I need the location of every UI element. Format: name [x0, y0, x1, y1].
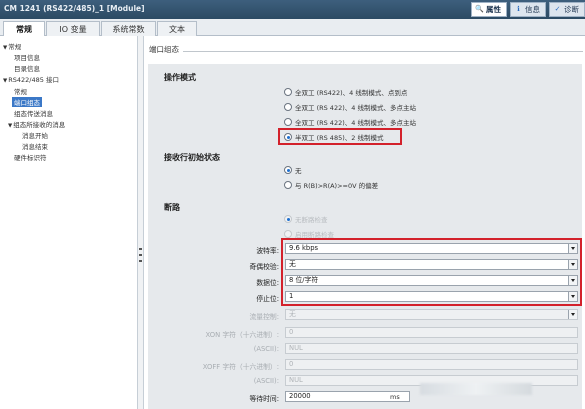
blurred-region [420, 383, 532, 395]
data-bits-label: 数据位: [256, 279, 279, 287]
tab-general[interactable]: 常规 [3, 21, 45, 37]
tree-item-hw-identifier[interactable]: 硬件标识符 [14, 152, 47, 162]
tree-item-message-end[interactable]: 消息结束 [22, 141, 48, 151]
diagnostics-icon: ✓ [554, 5, 561, 13]
collapse-arrow-icon[interactable]: ▼ [3, 78, 7, 84]
operation-mode-title: 操作模式 [164, 73, 196, 82]
tree-item-rs422-485[interactable]: ▼RS422/485 接口 [3, 74, 59, 84]
tab-texts[interactable]: 文本 [157, 21, 197, 36]
radio-selected-icon[interactable] [284, 166, 292, 174]
tab-io-tags[interactable]: IO 变量 [46, 21, 100, 36]
receive-line-title: 接收行初始状态 [164, 153, 220, 162]
tree-item-message-start[interactable]: 消息开始 [22, 130, 48, 140]
receive-option-none[interactable]: 无 [284, 165, 302, 175]
panel-splitter[interactable] [138, 36, 144, 409]
op-mode-option-1[interactable]: 全双工 (RS422)、4 线制模式、点到点 [284, 87, 407, 97]
xoff-char-label: XOFF 字符（十六进制）: [202, 363, 279, 371]
window-title: CM 1241 (RS422/485)_1 [Module] [4, 4, 145, 13]
break-title: 断路 [164, 203, 180, 212]
tree-item-catalog-info[interactable]: 目录信息 [14, 63, 40, 73]
navigation-tree: ▼常规 项目信息 目录信息 ▼RS422/485 接口 常规 端口组态 组态传送… [0, 36, 138, 409]
wait-time-label: 等待时间: [249, 395, 279, 403]
receive-option-bias[interactable]: 与 R(B)>R(A)>=0V 的偏差 [284, 180, 378, 190]
tree-item-port-config[interactable]: 端口组态 [12, 97, 42, 107]
break-option-none[interactable]: 无断路检查 [284, 214, 328, 224]
tree-item-receive-config[interactable]: ▼组态所接收的消息 [8, 119, 65, 129]
xon-ascii-field[interactable]: NUL [285, 343, 578, 354]
title-bar: CM 1241 (RS422/485)_1 [Module] 🔍 属性 ℹ 信息… [0, 0, 585, 19]
tree-item-rs-general[interactable]: 常规 [14, 86, 27, 96]
tab-properties[interactable]: 🔍 属性 [471, 2, 507, 17]
content-area: 端口组态 操作模式 全双工 (RS422)、4 线制模式、点到点 全双工 (RS… [145, 36, 585, 409]
radio-icon[interactable] [284, 103, 292, 111]
radio-disabled-icon[interactable] [284, 215, 292, 223]
radio-icon[interactable] [284, 88, 292, 96]
collapse-arrow-icon[interactable]: ▼ [8, 123, 12, 129]
flow-control-label: 流量控制: [249, 313, 279, 321]
port-config-panel: 操作模式 全双工 (RS422)、4 线制模式、点到点 全双工 (RS 422)… [148, 64, 582, 409]
op-mode-option-2[interactable]: 全双工 (RS 422)、4 线制模式、多点主站 [284, 102, 416, 112]
radio-icon[interactable] [284, 118, 292, 126]
tree-item-general[interactable]: ▼常规 [3, 41, 21, 51]
xon-char-field[interactable]: 0 [285, 327, 578, 338]
xoff-char-field[interactable]: 0 [285, 359, 578, 370]
splitter-grip-icon [139, 260, 142, 262]
tree-item-project-info[interactable]: 项目信息 [14, 52, 40, 62]
xon-char-label: XON 字符（十六进制）: [205, 331, 279, 339]
tab-diagnostics[interactable]: ✓ 诊断 [549, 2, 585, 17]
tree-item-transmit-config[interactable]: 组态传送消息 [14, 108, 53, 118]
op-mode-option-3[interactable]: 全双工 (RS 422)、4 线制模式、多点主站 [284, 117, 416, 127]
splitter-grip-icon [139, 254, 142, 256]
highlight-frame-mode [278, 128, 402, 145]
parity-label: 奇偶校验: [249, 263, 279, 271]
info-icon: ℹ [517, 5, 520, 13]
collapse-arrow-icon[interactable]: ▼ [3, 45, 7, 51]
stop-bits-label: 停止位: [256, 295, 279, 303]
splitter-grip-icon [139, 248, 142, 250]
properties-icon: 🔍 [475, 5, 484, 13]
radio-disabled-icon[interactable] [284, 230, 292, 238]
tab-system-constants[interactable]: 系统常数 [101, 21, 156, 36]
chevron-down-icon[interactable] [568, 310, 577, 319]
highlight-frame-serial [281, 238, 582, 306]
tab-bar: 常规 IO 变量 系统常数 文本 [0, 19, 585, 37]
xoff-ascii-label: (ASCII): [253, 377, 279, 385]
xon-ascii-label: (ASCII): [253, 345, 279, 353]
section-header: 端口组态 [149, 45, 179, 54]
tab-info[interactable]: ℹ 信息 [510, 2, 546, 17]
radio-icon[interactable] [284, 181, 292, 189]
wait-time-unit: ms [390, 393, 400, 401]
flow-control-select[interactable]: 无 [285, 309, 578, 320]
header-divider [183, 51, 583, 52]
inspector-tabs: 🔍 属性 ℹ 信息 ✓ 诊断 [468, 2, 585, 17]
baud-rate-label: 波特率: [256, 247, 279, 255]
